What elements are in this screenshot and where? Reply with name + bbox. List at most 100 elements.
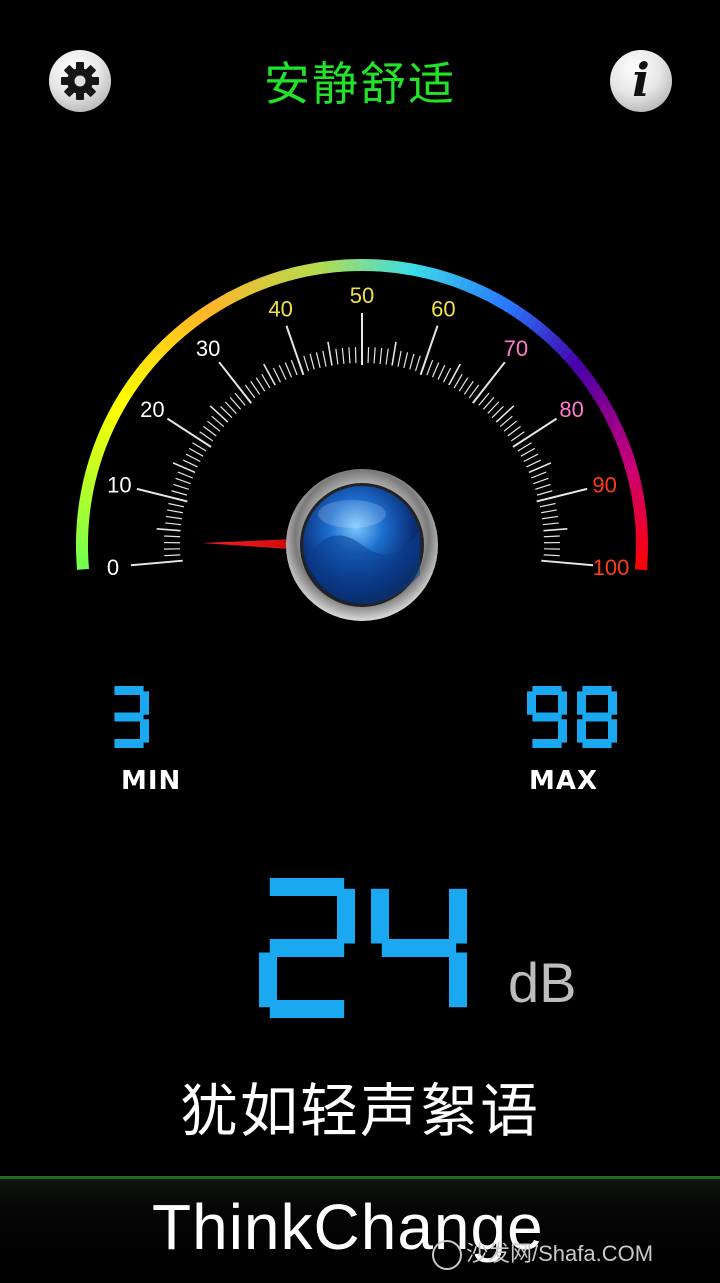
gauge-tick: [349, 347, 350, 363]
arc-segment: [178, 329, 184, 334]
arc-segment: [92, 462, 94, 470]
gauge-tick: [504, 421, 516, 431]
gauge-tick: [410, 354, 414, 369]
arc-segment: [108, 419, 112, 426]
gauge-tick: [131, 561, 183, 566]
gauge-tick: [398, 351, 401, 367]
gauge-tick: [533, 478, 548, 483]
gauge-tick: [173, 484, 188, 489]
arc-segment: [222, 299, 229, 303]
lcd-segment: [114, 686, 143, 695]
gauge-tick: [513, 419, 557, 447]
gauge-tick: [285, 362, 291, 377]
arc-segment: [308, 269, 316, 270]
arc-segment: [301, 270, 309, 272]
arc-segment: [215, 303, 222, 307]
lcd-segment: [532, 686, 561, 695]
arc-segment: [619, 433, 622, 440]
arc-segment: [597, 393, 601, 400]
arc-segment: [271, 278, 279, 281]
gauge-tick: [183, 460, 197, 467]
arc-segment: [141, 367, 146, 373]
gauge-tick: [374, 347, 375, 363]
arc-segment: [256, 283, 264, 286]
gauge-tick: [230, 397, 241, 409]
arc-segment: [588, 380, 593, 387]
gauge-tick: [256, 378, 265, 392]
decibel-unit: dB: [508, 950, 577, 1015]
gauge-tick: [443, 368, 450, 382]
arc-segment: [641, 523, 642, 531]
arc-segment: [339, 265, 347, 266]
arc-segment: [627, 455, 629, 463]
arc-segment: [460, 283, 468, 286]
decibel-reading: [255, 874, 475, 1024]
arc-segment: [161, 344, 167, 350]
arc-segment: [583, 374, 588, 380]
gauge-tick-label: 40: [268, 297, 292, 322]
gauge-tick: [165, 523, 181, 525]
lcd-segment: [577, 691, 586, 714]
gauge-tick: [540, 503, 556, 506]
arc-segment: [496, 299, 503, 303]
arc-segment: [453, 280, 461, 283]
arc-segment: [156, 350, 162, 356]
gauge-tick: [543, 523, 559, 525]
gauge-tick: [541, 561, 593, 566]
gauge-tick: [178, 472, 193, 478]
arc-segment: [558, 345, 564, 351]
arc-segment: [408, 269, 416, 270]
lcd-segment: [582, 713, 611, 722]
watermark-text: 沙发网/Shafa.COM: [466, 1241, 653, 1266]
gauge-tick: [421, 326, 438, 375]
lcd-segment: [449, 889, 467, 944]
arc-segment: [82, 523, 83, 531]
arc-segment: [475, 289, 482, 292]
arc-segment: [601, 399, 605, 406]
gauge-tick: [542, 516, 558, 518]
gauge-tick: [531, 472, 546, 478]
gauge-tick-label: 50: [350, 283, 374, 308]
gauge-tick: [166, 516, 182, 518]
arc-segment: [416, 270, 424, 272]
gauge-tick: [262, 374, 270, 388]
arc-segment: [97, 447, 100, 455]
gauge-tick: [219, 362, 251, 403]
lcd-segment: [337, 889, 355, 944]
arc-segment: [82, 561, 83, 569]
gauge-knob: [286, 469, 438, 621]
gauge-tick: [192, 443, 206, 451]
site-watermark: 沙发网/Shafa.COM: [432, 1236, 653, 1270]
gauge-tick: [433, 362, 439, 377]
gauge-tick: [342, 348, 344, 364]
gauge-tick: [392, 342, 396, 366]
gauge-tick-label: 0: [107, 555, 119, 580]
arc-segment: [166, 339, 172, 345]
gauge-tick-label: 80: [559, 397, 583, 422]
gauge-tick: [459, 378, 468, 392]
gauge-tick: [544, 536, 560, 537]
arc-segment: [115, 405, 119, 412]
arc-segment: [249, 286, 256, 289]
gauge-tick: [273, 368, 280, 382]
gauge-tick-label: 90: [592, 473, 616, 498]
arc-segment: [127, 386, 132, 393]
gauge-tick: [488, 402, 499, 414]
arc-segment: [264, 280, 272, 283]
lcd-segment: [382, 939, 456, 957]
lcd-segment: [114, 713, 143, 722]
lcd-segment: [532, 739, 561, 748]
arc-segment: [190, 319, 196, 324]
arc-segment: [482, 292, 489, 296]
gauge-tick: [473, 362, 505, 403]
arc-segment: [612, 419, 616, 426]
arc-segment: [534, 324, 540, 329]
lcd-segment: [577, 719, 586, 742]
arc-segment: [502, 303, 509, 307]
gauge-tick: [336, 349, 338, 365]
gauge-tick: [328, 342, 332, 366]
gauge-tick: [157, 529, 181, 531]
gauge-tick: [200, 432, 213, 441]
gauge-tick: [380, 348, 382, 364]
arc-segment: [202, 311, 209, 316]
